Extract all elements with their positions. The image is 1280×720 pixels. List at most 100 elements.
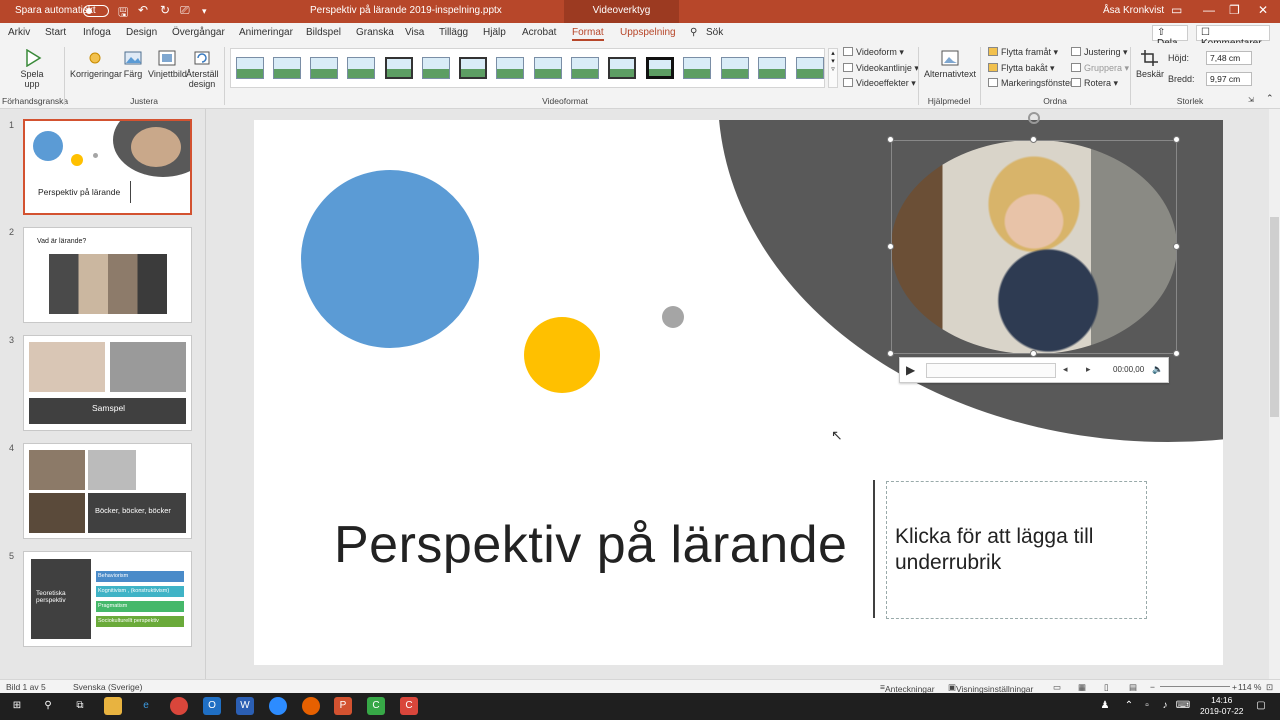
redo-icon[interactable]: ↻ — [160, 3, 170, 17]
zoom-level[interactable]: 114 % — [1238, 682, 1261, 692]
firefox-icon[interactable] — [302, 697, 320, 715]
tray-chevron-icon[interactable]: ⌃ — [1120, 697, 1138, 715]
video-style-2[interactable] — [273, 57, 301, 79]
display-settings-button[interactable]: ▣ Visningsinställningar — [948, 682, 1033, 694]
zoom-slider[interactable] — [1160, 686, 1230, 687]
normal-view-icon[interactable]: ▭ — [1053, 682, 1061, 693]
network-icon[interactable]: ▫ — [1138, 697, 1156, 715]
seek-bar[interactable] — [926, 363, 1056, 378]
subtitle-placeholder[interactable]: Klicka för att lägga till underrubrik — [886, 481, 1147, 619]
alt-text-button[interactable]: Alternativtext — [924, 49, 976, 79]
zoom-app-icon[interactable] — [269, 697, 287, 715]
video-style-5[interactable] — [385, 57, 413, 79]
notes-button[interactable]: ≡ Anteckningar — [880, 682, 935, 694]
poster-frame-button[interactable]: Vinjettbild — [148, 49, 187, 79]
present-icon[interactable]: ⎚ — [180, 3, 190, 18]
tab-visa[interactable]: Visa — [405, 27, 424, 38]
edge-icon[interactable]: e — [137, 697, 155, 715]
slide-thumbnail-1[interactable]: Perspektiv på lärande — [23, 119, 192, 215]
comments-button[interactable]: ☐ Kommentarer — [1196, 25, 1270, 49]
video-style-14[interactable] — [721, 57, 749, 79]
windows-start-icon[interactable]: ⊞ — [8, 697, 26, 715]
video-style-16[interactable] — [796, 57, 824, 79]
tab-infoga[interactable]: Infoga — [83, 27, 111, 38]
search-icon[interactable]: ⚲ — [39, 697, 57, 715]
volume-icon[interactable]: 🔈 — [1152, 364, 1163, 375]
tab-overgangar[interactable]: Övergångar — [172, 27, 225, 38]
search-box[interactable]: Sök — [706, 27, 723, 38]
resize-handle-tr[interactable] — [1173, 136, 1180, 143]
video-style-6[interactable] — [422, 57, 450, 79]
resize-handle-l[interactable] — [887, 243, 894, 250]
resize-handle-b[interactable] — [1030, 350, 1037, 357]
snagit-icon[interactable]: C — [400, 697, 418, 715]
slide-thumbnail-2[interactable]: Vad är lärande? — [23, 227, 192, 323]
resize-handle-r[interactable] — [1173, 243, 1180, 250]
video-style-10[interactable] — [571, 57, 599, 79]
share-button[interactable]: ⇧ Dela — [1152, 25, 1188, 49]
slide-thumbnail-4[interactable]: Böcker, böcker, böcker — [23, 443, 192, 539]
fit-slide-icon[interactable]: ⊡ — [1266, 682, 1273, 693]
tab-granska[interactable]: Granska — [356, 27, 394, 38]
tab-start[interactable]: Start — [45, 27, 66, 38]
blue-circle[interactable] — [301, 170, 479, 348]
taskbar-clock[interactable]: 14:16 2019-07-22 — [1200, 695, 1243, 717]
send-backward-button[interactable]: Flytta bakåt ▾ — [988, 63, 1055, 74]
tab-design[interactable]: Design — [126, 27, 157, 38]
user-name[interactable]: Åsa Kronkvist — [1103, 5, 1164, 16]
rotate-handle[interactable] — [1028, 112, 1040, 124]
search-icon[interactable]: ⚲ — [690, 27, 697, 38]
color-button[interactable]: Färg — [121, 49, 145, 79]
play-pause-icon[interactable]: ▶ — [906, 363, 915, 377]
play-button[interactable]: Spela upp — [14, 49, 50, 89]
resize-handle-br[interactable] — [1173, 350, 1180, 357]
selection-pane-button[interactable]: Markeringsfönster — [988, 78, 1073, 88]
tab-arkiv[interactable]: Arkiv — [8, 27, 30, 38]
zoom-out-icon[interactable]: − — [1150, 682, 1155, 692]
file-explorer-icon[interactable] — [104, 697, 122, 715]
video-shape-button[interactable]: Videoform ▾ — [843, 47, 904, 58]
reset-design-button[interactable]: Återställ design — [186, 49, 219, 89]
word-icon[interactable]: W — [236, 697, 254, 715]
slide-thumbnail-3[interactable]: Samspel — [23, 335, 192, 431]
restore-icon[interactable]: ❐ — [1229, 3, 1240, 17]
video-style-9[interactable] — [534, 57, 562, 79]
video-style-4[interactable] — [347, 57, 375, 79]
video-object[interactable] — [887, 136, 1180, 357]
tab-acrobat[interactable]: Acrobat — [522, 27, 556, 38]
tab-hjalp[interactable]: Hjälp — [483, 27, 506, 38]
tab-bildspel[interactable]: Bildspel — [306, 27, 341, 38]
customize-qat-icon[interactable]: ▾ — [202, 6, 207, 17]
video-style-13[interactable] — [683, 57, 711, 79]
video-style-15[interactable] — [758, 57, 786, 79]
zoom-in-icon[interactable]: + — [1232, 682, 1237, 692]
slide-thumbnail-5[interactable]: Teoretiska perspektiv Behaviorism Kognit… — [23, 551, 192, 647]
tab-tillagg[interactable]: Tillägg — [439, 27, 468, 38]
task-view-icon[interactable]: ⧉ — [71, 697, 89, 715]
video-style-12[interactable] — [646, 57, 674, 79]
video-style-3[interactable] — [310, 57, 338, 79]
step-forward-icon[interactable]: ▸ — [1086, 364, 1091, 375]
align-button[interactable]: Justering ▾ — [1071, 47, 1128, 58]
size-dialog-launcher-icon[interactable]: ⇲ — [1248, 96, 1254, 104]
video-style-1[interactable] — [236, 57, 264, 79]
tab-animeringar[interactable]: Animeringar — [239, 27, 293, 38]
width-field[interactable]: 9,97 cm — [1206, 72, 1252, 86]
video-effects-button[interactable]: Videoeffekter ▾ — [843, 78, 916, 89]
notifications-icon[interactable]: ▢ — [1252, 697, 1270, 715]
rotate-button[interactable]: Rotera ▾ — [1071, 78, 1118, 89]
resize-handle-tl[interactable] — [887, 136, 894, 143]
resize-handle-bl[interactable] — [887, 350, 894, 357]
corrections-button[interactable]: Korrigeringar — [70, 49, 122, 79]
video-style-7[interactable] — [459, 57, 487, 79]
vertical-scrollbar[interactable] — [1269, 109, 1280, 679]
reading-view-icon[interactable]: ▯ — [1104, 682, 1109, 693]
group-button[interactable]: Gruppera ▾ — [1071, 63, 1129, 74]
collapse-ribbon-icon[interactable]: ⌃ — [1266, 93, 1274, 104]
keyboard-icon[interactable]: ⌨ — [1174, 697, 1192, 715]
tab-format[interactable]: Format — [572, 27, 604, 41]
slideshow-view-icon[interactable]: ▤ — [1129, 682, 1137, 693]
video-style-8[interactable] — [496, 57, 524, 79]
step-back-icon[interactable]: ◂ — [1063, 364, 1068, 375]
yellow-circle[interactable] — [524, 317, 600, 393]
